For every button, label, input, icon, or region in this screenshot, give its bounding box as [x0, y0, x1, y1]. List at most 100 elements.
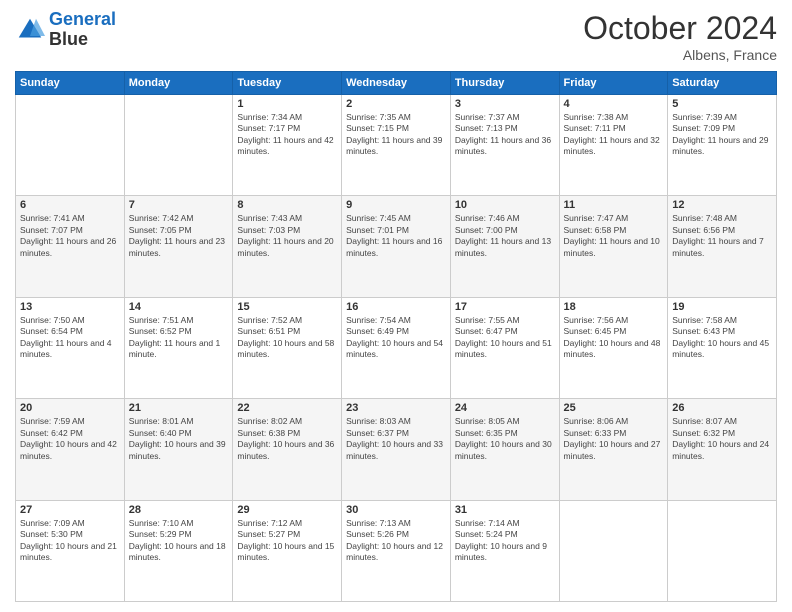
day-number: 16 [346, 301, 446, 313]
location: Albens, France [583, 47, 777, 63]
day-info: Sunrise: 7:10 AM Sunset: 5:29 PM Dayligh… [129, 518, 229, 564]
calendar-day-cell: 8 Sunrise: 7:43 AM Sunset: 7:03 PM Daylig… [233, 196, 342, 297]
day-number: 8 [237, 199, 337, 211]
calendar-week-row: 20 Sunrise: 7:59 AM Sunset: 6:42 PM Dayli… [16, 399, 777, 500]
day-info: Sunrise: 7:13 AM Sunset: 5:26 PM Dayligh… [346, 518, 446, 564]
day-number: 6 [20, 199, 120, 211]
calendar-day-cell: 10 Sunrise: 7:46 AM Sunset: 7:00 PM Dayli… [450, 196, 559, 297]
day-number: 26 [672, 402, 772, 414]
header: General Blue October 2024 Albens, France [15, 10, 777, 63]
day-number: 15 [237, 301, 337, 313]
calendar-day-cell: 22 Sunrise: 8:02 AM Sunset: 6:38 PM Dayli… [233, 399, 342, 500]
day-number: 28 [129, 504, 229, 516]
logo-text: General Blue [49, 10, 116, 50]
month-title: October 2024 [583, 10, 777, 47]
day-info: Sunrise: 7:50 AM Sunset: 6:54 PM Dayligh… [20, 315, 120, 361]
weekday-header: Thursday [450, 72, 559, 95]
day-info: Sunrise: 7:54 AM Sunset: 6:49 PM Dayligh… [346, 315, 446, 361]
page: General Blue October 2024 Albens, France… [0, 0, 792, 612]
weekday-header: Wednesday [342, 72, 451, 95]
calendar-day-cell: 30 Sunrise: 7:13 AM Sunset: 5:26 PM Dayli… [342, 500, 451, 601]
day-number: 19 [672, 301, 772, 313]
weekday-header: Friday [559, 72, 668, 95]
calendar-day-cell: 16 Sunrise: 7:54 AM Sunset: 6:49 PM Dayli… [342, 297, 451, 398]
calendar-week-row: 6 Sunrise: 7:41 AM Sunset: 7:07 PM Daylig… [16, 196, 777, 297]
calendar-day-cell: 21 Sunrise: 8:01 AM Sunset: 6:40 PM Dayli… [124, 399, 233, 500]
day-number: 12 [672, 199, 772, 211]
calendar-day-cell: 1Sunrise: 7:34 AM Sunset: 7:17 PM Daylig… [233, 95, 342, 196]
day-info: Sunrise: 7:34 AM Sunset: 7:17 PM Dayligh… [237, 112, 337, 158]
day-info: Sunrise: 8:05 AM Sunset: 6:35 PM Dayligh… [455, 416, 555, 462]
day-number: 9 [346, 199, 446, 211]
weekday-header: Tuesday [233, 72, 342, 95]
day-info: Sunrise: 7:59 AM Sunset: 6:42 PM Dayligh… [20, 416, 120, 462]
calendar-day-cell: 29Sunrise: 7:12 AM Sunset: 5:27 PM Dayli… [233, 500, 342, 601]
day-info: Sunrise: 7:48 AM Sunset: 6:56 PM Dayligh… [672, 213, 772, 259]
day-info: Sunrise: 7:58 AM Sunset: 6:43 PM Dayligh… [672, 315, 772, 361]
day-info: Sunrise: 8:01 AM Sunset: 6:40 PM Dayligh… [129, 416, 229, 462]
calendar-day-cell [16, 95, 125, 196]
day-info: Sunrise: 7:43 AM Sunset: 7:03 PM Dayligh… [237, 213, 337, 259]
calendar-table: SundayMondayTuesdayWednesdayThursdayFrid… [15, 71, 777, 602]
calendar-week-row: 1Sunrise: 7:34 AM Sunset: 7:17 PM Daylig… [16, 95, 777, 196]
day-info: Sunrise: 7:55 AM Sunset: 6:47 PM Dayligh… [455, 315, 555, 361]
calendar-header-row: SundayMondayTuesdayWednesdayThursdayFrid… [16, 72, 777, 95]
day-info: Sunrise: 8:06 AM Sunset: 6:33 PM Dayligh… [564, 416, 664, 462]
calendar-day-cell: 13 Sunrise: 7:50 AM Sunset: 6:54 PM Dayli… [16, 297, 125, 398]
day-info: Sunrise: 7:35 AM Sunset: 7:15 PM Dayligh… [346, 112, 446, 158]
day-number: 18 [564, 301, 664, 313]
calendar-day-cell: 17 Sunrise: 7:55 AM Sunset: 6:47 PM Dayli… [450, 297, 559, 398]
title-block: October 2024 Albens, France [583, 10, 777, 63]
day-info: Sunrise: 8:02 AM Sunset: 6:38 PM Dayligh… [237, 416, 337, 462]
calendar-day-cell: 28 Sunrise: 7:10 AM Sunset: 5:29 PM Dayli… [124, 500, 233, 601]
day-number: 27 [20, 504, 120, 516]
logo: General Blue [15, 10, 116, 50]
day-info: Sunrise: 7:09 AM Sunset: 5:30 PM Dayligh… [20, 518, 120, 564]
day-info: Sunrise: 7:12 AM Sunset: 5:27 PM Dayligh… [237, 518, 337, 564]
day-number: 14 [129, 301, 229, 313]
day-number: 23 [346, 402, 446, 414]
calendar-day-cell: 27 Sunrise: 7:09 AM Sunset: 5:30 PM Dayli… [16, 500, 125, 601]
calendar-day-cell: 5 Sunrise: 7:39 AM Sunset: 7:09 PM Daylig… [668, 95, 777, 196]
day-number: 5 [672, 98, 772, 110]
day-info: Sunrise: 7:52 AM Sunset: 6:51 PM Dayligh… [237, 315, 337, 361]
calendar-day-cell: 14 Sunrise: 7:51 AM Sunset: 6:52 PM Dayli… [124, 297, 233, 398]
day-info: Sunrise: 7:47 AM Sunset: 6:58 PM Dayligh… [564, 213, 664, 259]
day-info: Sunrise: 8:03 AM Sunset: 6:37 PM Dayligh… [346, 416, 446, 462]
calendar-day-cell: 31Sunrise: 7:14 AM Sunset: 5:24 PM Dayli… [450, 500, 559, 601]
day-number: 25 [564, 402, 664, 414]
day-number: 13 [20, 301, 120, 313]
day-info: Sunrise: 7:56 AM Sunset: 6:45 PM Dayligh… [564, 315, 664, 361]
calendar-day-cell: 7Sunrise: 7:42 AM Sunset: 7:05 PM Daylig… [124, 196, 233, 297]
day-number: 30 [346, 504, 446, 516]
calendar-week-row: 27 Sunrise: 7:09 AM Sunset: 5:30 PM Dayli… [16, 500, 777, 601]
day-info: Sunrise: 7:41 AM Sunset: 7:07 PM Dayligh… [20, 213, 120, 259]
day-info: Sunrise: 7:51 AM Sunset: 6:52 PM Dayligh… [129, 315, 229, 361]
day-number: 2 [346, 98, 446, 110]
calendar-day-cell: 25 Sunrise: 8:06 AM Sunset: 6:33 PM Dayli… [559, 399, 668, 500]
day-number: 21 [129, 402, 229, 414]
calendar-day-cell: 18 Sunrise: 7:56 AM Sunset: 6:45 PM Dayli… [559, 297, 668, 398]
calendar-day-cell: 20 Sunrise: 7:59 AM Sunset: 6:42 PM Dayli… [16, 399, 125, 500]
day-number: 22 [237, 402, 337, 414]
calendar-day-cell: 24 Sunrise: 8:05 AM Sunset: 6:35 PM Dayli… [450, 399, 559, 500]
day-number: 20 [20, 402, 120, 414]
calendar-day-cell: 2 Sunrise: 7:35 AM Sunset: 7:15 PM Daylig… [342, 95, 451, 196]
day-info: Sunrise: 7:14 AM Sunset: 5:24 PM Dayligh… [455, 518, 555, 564]
day-number: 24 [455, 402, 555, 414]
calendar-day-cell: 15 Sunrise: 7:52 AM Sunset: 6:51 PM Dayli… [233, 297, 342, 398]
day-info: Sunrise: 7:39 AM Sunset: 7:09 PM Dayligh… [672, 112, 772, 158]
calendar-day-cell: 6 Sunrise: 7:41 AM Sunset: 7:07 PM Daylig… [16, 196, 125, 297]
calendar-day-cell [559, 500, 668, 601]
calendar-day-cell: 12 Sunrise: 7:48 AM Sunset: 6:56 PM Dayli… [668, 196, 777, 297]
day-number: 3 [455, 98, 555, 110]
day-info: Sunrise: 7:46 AM Sunset: 7:00 PM Dayligh… [455, 213, 555, 259]
day-number: 11 [564, 199, 664, 211]
day-number: 10 [455, 199, 555, 211]
day-info: Sunrise: 8:07 AM Sunset: 6:32 PM Dayligh… [672, 416, 772, 462]
day-info: Sunrise: 7:38 AM Sunset: 7:11 PM Dayligh… [564, 112, 664, 158]
day-number: 17 [455, 301, 555, 313]
calendar-day-cell: 19 Sunrise: 7:58 AM Sunset: 6:43 PM Dayli… [668, 297, 777, 398]
calendar-day-cell [668, 500, 777, 601]
day-number: 7 [129, 199, 229, 211]
